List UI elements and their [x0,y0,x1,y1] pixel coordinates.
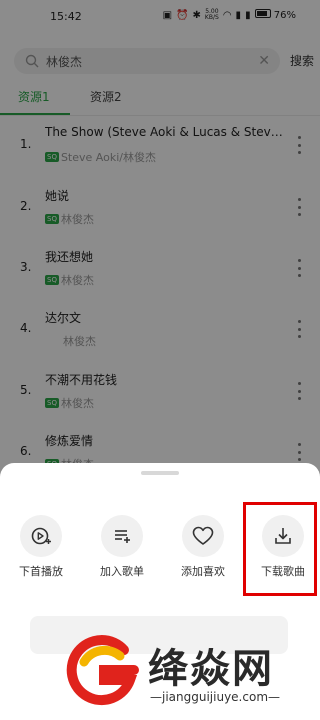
add-favorite-button[interactable]: 添加喜欢 [168,515,238,585]
download-highlight-box [243,502,317,596]
play-next-icon [20,515,62,557]
add-to-playlist-icon [101,515,143,557]
play-next-label: 下首播放 [19,565,63,578]
watermark: 绛焱网 —jiangguijiuye.com— [64,632,320,720]
watermark-name: 绛焱网 [148,646,274,692]
sheet-handle[interactable] [141,471,179,475]
add-to-playlist-label: 加入歌单 [100,565,144,578]
play-next-button[interactable]: 下首播放 [6,515,76,585]
add-to-playlist-button[interactable]: 加入歌单 [87,515,157,585]
heart-icon [182,515,224,557]
add-favorite-label: 添加喜欢 [181,565,225,578]
watermark-url: —jiangguijiuye.com— [150,690,281,704]
watermark-logo [66,635,139,706]
